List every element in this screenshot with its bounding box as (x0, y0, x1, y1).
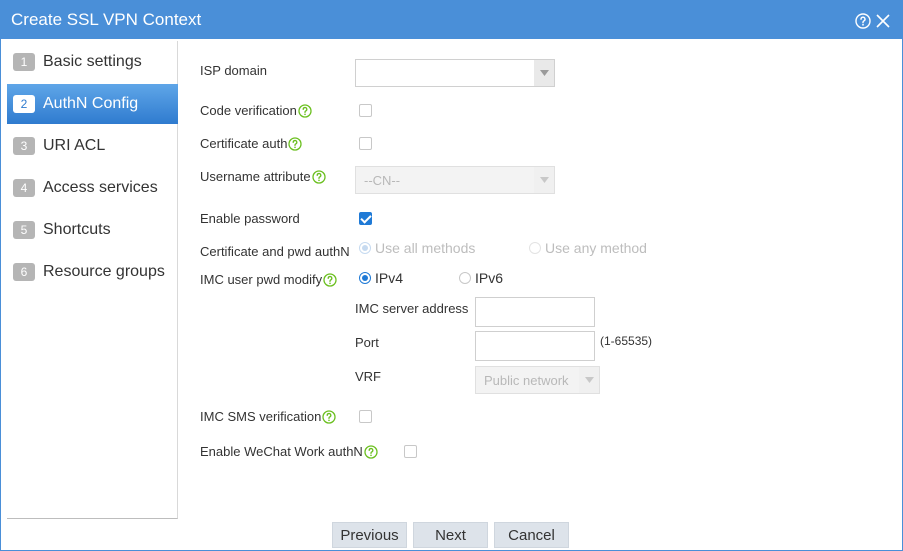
wizard-steps-sidebar: 1 Basic settings 2 AuthN Config 3 URI AC… (7, 41, 178, 519)
imc-sms-verification-checkbox[interactable] (359, 410, 372, 423)
help-question-icon[interactable] (322, 409, 337, 424)
code-verification-label: Code verification (200, 103, 312, 118)
sidebar-item-label: Resource groups (43, 263, 165, 280)
cert-pwd-authn-label: Certificate and pwd authN (200, 244, 350, 259)
sidebar-item-label: Access services (43, 179, 158, 196)
vrf-value: Public network (484, 373, 569, 388)
enable-password-checkbox[interactable] (359, 212, 372, 225)
ipv4-radio[interactable]: IPv4 (359, 270, 403, 286)
dialog-title: Create SSL VPN Context (11, 10, 202, 29)
help-question-icon[interactable] (288, 136, 303, 151)
previous-button[interactable]: Previous (332, 522, 407, 548)
radio-label: Use any method (545, 240, 647, 256)
wechat-work-authn-label: Enable WeChat Work authN (200, 444, 378, 459)
sidebar-item-resource-groups[interactable]: 6 Resource groups (7, 252, 178, 292)
sidebar-item-basic-settings[interactable]: 1 Basic settings (7, 42, 178, 82)
username-attribute-select[interactable]: --CN-- (355, 166, 555, 194)
close-icon[interactable] (874, 12, 892, 30)
radio-button[interactable] (459, 272, 471, 284)
username-attribute-label: Username attribute (200, 169, 326, 184)
dialog-window: Create SSL VPN Context 1 Basic settings … (0, 0, 903, 551)
port-label: Port (355, 335, 379, 350)
imc-server-address-input[interactable] (475, 297, 595, 327)
username-attribute-value: --CN-- (364, 173, 401, 188)
title-icons (854, 12, 892, 30)
sidebar-item-uri-acl[interactable]: 3 URI ACL (7, 126, 178, 166)
sidebar-item-label: Shortcuts (43, 221, 111, 238)
chevron-down-icon[interactable] (534, 60, 554, 86)
step-number: 6 (13, 263, 35, 281)
wechat-work-authn-checkbox[interactable] (404, 445, 417, 458)
cancel-button[interactable]: Cancel (494, 522, 569, 548)
next-button[interactable]: Next (413, 522, 488, 548)
chevron-down-icon[interactable] (534, 167, 554, 193)
vrf-label: VRF (355, 369, 381, 384)
sidebar-item-access-services[interactable]: 4 Access services (7, 168, 178, 208)
help-question-icon[interactable] (311, 169, 326, 184)
radio-button[interactable] (529, 242, 541, 254)
help-circle-icon[interactable] (854, 12, 872, 30)
radio-button[interactable] (359, 242, 371, 254)
isp-domain-select[interactable] (355, 59, 555, 87)
sidebar-item-label: Basic settings (43, 53, 142, 70)
imc-server-address-label: IMC server address (355, 301, 469, 316)
radio-button[interactable] (359, 272, 371, 284)
chevron-down-icon[interactable] (579, 367, 599, 393)
use-any-method-radio[interactable]: Use any method (529, 240, 647, 256)
port-input[interactable] (475, 331, 595, 361)
ipv6-radio[interactable]: IPv6 (459, 270, 503, 286)
step-number: 3 (13, 137, 35, 155)
vrf-select[interactable]: Public network (475, 366, 600, 394)
radio-label: IPv4 (375, 270, 404, 286)
sidebar-item-authn-config[interactable]: 2 AuthN Config (7, 84, 178, 124)
isp-domain-label: ISP domain (200, 63, 267, 78)
sidebar-item-label: AuthN Config (43, 95, 139, 112)
sidebar-item-shortcuts[interactable]: 5 Shortcuts (7, 210, 178, 250)
certificate-auth-checkbox[interactable] (359, 137, 372, 150)
code-verification-checkbox[interactable] (359, 104, 372, 117)
radio-label: IPv6 (475, 270, 504, 286)
radio-label: Use all methods (375, 240, 476, 256)
sidebar-item-label: URI ACL (43, 137, 106, 154)
help-question-icon[interactable] (364, 444, 378, 459)
use-all-methods-radio[interactable]: Use all methods (359, 240, 475, 256)
help-question-icon[interactable] (323, 272, 337, 287)
step-number: 4 (13, 179, 35, 197)
imc-user-pwd-modify-label: IMC user pwd modify (200, 272, 337, 287)
step-number: 5 (13, 221, 35, 239)
help-question-icon[interactable] (298, 103, 312, 118)
title-bar: Create SSL VPN Context (1, 1, 902, 39)
enable-password-label: Enable password (200, 211, 300, 226)
certificate-auth-label: Certificate auth (200, 136, 303, 151)
port-range-hint: (1-65535) (600, 334, 653, 348)
step-number: 2 (13, 95, 35, 113)
step-number: 1 (13, 53, 35, 71)
imc-sms-verification-label: IMC SMS verification (200, 409, 337, 424)
